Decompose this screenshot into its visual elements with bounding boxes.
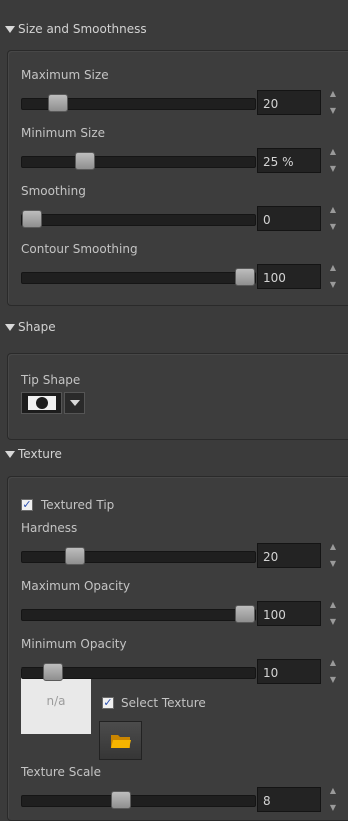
slider-label-contour: Contour Smoothing bbox=[21, 242, 138, 256]
slider-track-contour[interactable] bbox=[21, 268, 256, 286]
spin-up-icon[interactable]: ▲ bbox=[330, 601, 336, 609]
value-field-max-opacity[interactable]: 100 bbox=[257, 601, 321, 626]
section-header-shape[interactable]: Shape bbox=[0, 317, 348, 337]
value-field-contour[interactable]: 100 bbox=[257, 264, 321, 289]
spin-up-icon[interactable]: ▲ bbox=[330, 264, 336, 272]
triangle-down-icon bbox=[5, 450, 15, 458]
slider-thumb-max-opacity[interactable] bbox=[235, 605, 255, 623]
open-texture-button[interactable] bbox=[99, 721, 142, 760]
slider-track-max-size[interactable] bbox=[21, 94, 256, 112]
slider-track-smoothing[interactable] bbox=[21, 210, 256, 228]
spin-arrows-icon[interactable]: ▲ ▼ bbox=[328, 659, 338, 684]
spin-arrows-icon[interactable]: ▲ ▼ bbox=[328, 543, 338, 568]
value-field-smoothing[interactable]: 0 bbox=[257, 206, 321, 231]
slider-label-smoothing: Smoothing bbox=[21, 184, 86, 198]
spin-arrows-icon[interactable]: ▲ ▼ bbox=[328, 148, 338, 173]
value-field-texture-scale[interactable]: 8 bbox=[257, 787, 321, 812]
section-header-texture[interactable]: Texture bbox=[0, 444, 348, 464]
spin-arrows-icon[interactable]: ▲ ▼ bbox=[328, 601, 338, 626]
spin-arrows-icon[interactable]: ▲ ▼ bbox=[328, 787, 338, 812]
slider-thumb-min-size[interactable] bbox=[75, 152, 95, 170]
spin-down-icon[interactable]: ▼ bbox=[330, 560, 336, 568]
section-title-size: Size and Smoothness bbox=[18, 22, 147, 36]
spin-up-icon[interactable]: ▲ bbox=[330, 787, 336, 795]
spin-arrows-icon[interactable]: ▲ ▼ bbox=[328, 264, 338, 289]
slider-label-texture-scale: Texture Scale bbox=[21, 765, 102, 779]
slider-thumb-texture-scale[interactable] bbox=[111, 791, 131, 809]
spin-up-icon[interactable]: ▲ bbox=[330, 148, 336, 156]
tip-shape-label: Tip Shape bbox=[21, 373, 81, 387]
spin-down-icon[interactable]: ▼ bbox=[330, 618, 336, 626]
chevron-down-icon bbox=[69, 400, 80, 406]
value-field-max-size[interactable]: 20 bbox=[257, 90, 321, 115]
triangle-down-icon bbox=[5, 323, 15, 331]
spin-down-icon[interactable]: ▼ bbox=[330, 223, 336, 231]
checkmark-icon: ✓ bbox=[22, 498, 32, 511]
spin-down-icon[interactable]: ▼ bbox=[330, 281, 336, 289]
tip-shape-button[interactable] bbox=[21, 392, 62, 414]
section-title-texture: Texture bbox=[18, 447, 62, 461]
spin-up-icon[interactable]: ▲ bbox=[330, 543, 336, 551]
slider-track-min-size[interactable] bbox=[21, 152, 256, 170]
tip-shape-dropdown[interactable] bbox=[64, 392, 85, 414]
textured-tip-checkbox[interactable]: ✓ bbox=[21, 499, 33, 511]
select-texture-label: Select Texture bbox=[121, 696, 206, 710]
slider-thumb-min-opacity[interactable] bbox=[43, 663, 63, 681]
spin-up-icon[interactable]: ▲ bbox=[330, 90, 336, 98]
slider-label-max-opacity: Maximum Opacity bbox=[21, 579, 131, 593]
select-texture-checkbox[interactable]: ✓ bbox=[102, 697, 114, 709]
spin-arrows-icon[interactable]: ▲ ▼ bbox=[328, 90, 338, 115]
slider-track-min-opacity[interactable] bbox=[21, 663, 256, 681]
value-field-hardness[interactable]: 20 bbox=[257, 543, 321, 568]
slider-thumb-hardness[interactable] bbox=[65, 547, 85, 565]
slider-label-min-opacity: Minimum Opacity bbox=[21, 637, 127, 651]
spin-arrows-icon[interactable]: ▲ ▼ bbox=[328, 206, 338, 231]
slider-label-max-size: Maximum Size bbox=[21, 68, 109, 82]
slider-thumb-max-size[interactable] bbox=[48, 94, 68, 112]
section-header-size[interactable]: Size and Smoothness bbox=[0, 19, 348, 39]
slider-label-min-size: Minimum Size bbox=[21, 126, 106, 140]
spin-down-icon[interactable]: ▼ bbox=[330, 804, 336, 812]
textured-tip-label: Textured Tip bbox=[41, 498, 115, 512]
value-field-min-size[interactable]: 25 % bbox=[257, 148, 321, 173]
spin-up-icon[interactable]: ▲ bbox=[330, 659, 336, 667]
checkmark-icon: ✓ bbox=[103, 696, 113, 709]
section-title-shape: Shape bbox=[18, 320, 56, 334]
slider-thumb-contour[interactable] bbox=[235, 268, 255, 286]
slider-thumb-smoothing[interactable] bbox=[22, 210, 42, 228]
folder-icon bbox=[110, 734, 131, 748]
spin-down-icon[interactable]: ▼ bbox=[330, 676, 336, 684]
slider-track-texture-scale[interactable] bbox=[21, 791, 256, 809]
spin-down-icon[interactable]: ▼ bbox=[330, 165, 336, 173]
slider-label-hardness: Hardness bbox=[21, 521, 78, 535]
slider-track-hardness[interactable] bbox=[21, 547, 256, 565]
triangle-down-icon bbox=[5, 25, 15, 33]
texture-preview-text: n/a bbox=[46, 694, 66, 708]
spin-down-icon[interactable]: ▼ bbox=[330, 107, 336, 115]
spin-up-icon[interactable]: ▲ bbox=[330, 206, 336, 214]
value-field-min-opacity[interactable]: 10 bbox=[257, 659, 321, 684]
round-tip-icon bbox=[27, 396, 56, 410]
slider-track-max-opacity[interactable] bbox=[21, 605, 256, 623]
